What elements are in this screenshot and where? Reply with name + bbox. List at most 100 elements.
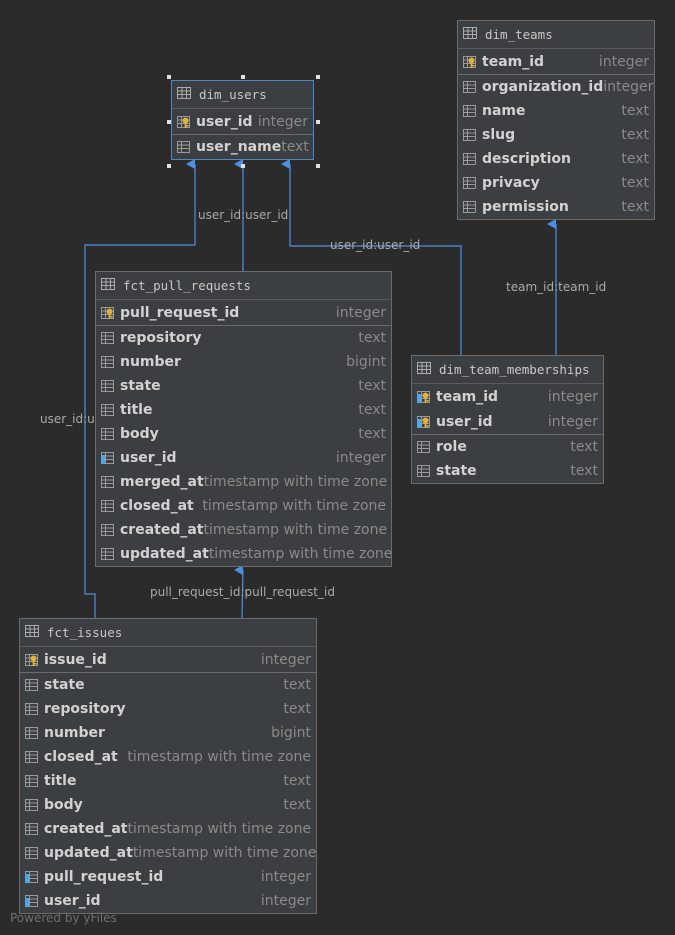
column-name: closed_at xyxy=(120,498,194,514)
table-header[interactable]: dim_team_memberships xyxy=(412,356,603,384)
table-dim-team-memberships[interactable]: dim_team_memberships team_id integer user_i… xyxy=(411,355,604,484)
column-name: role xyxy=(436,439,467,455)
column-type: integer xyxy=(257,113,308,130)
column-row[interactable]: number bigint xyxy=(20,721,316,745)
column-row[interactable]: body text xyxy=(20,793,316,817)
column-type: integer xyxy=(260,651,311,668)
column-row[interactable]: permission text xyxy=(458,195,654,219)
column-row[interactable]: user_name text xyxy=(172,135,313,159)
column-name: repository xyxy=(120,330,202,346)
column-row[interactable]: pull_request_id integer xyxy=(96,300,391,325)
selection-handle[interactable] xyxy=(316,120,320,124)
table-header[interactable]: fct_issues xyxy=(20,619,316,647)
column-type: text xyxy=(281,139,309,155)
column-row[interactable]: role text xyxy=(412,435,603,459)
column-row[interactable]: state text xyxy=(412,459,603,483)
primary-foreign-key-icon xyxy=(417,415,431,428)
column-name: number xyxy=(120,354,181,370)
table-header[interactable]: dim_users xyxy=(172,81,313,109)
column-row[interactable]: closed_at timestamp with time zone xyxy=(96,494,391,518)
primary-foreign-key-icon xyxy=(417,390,431,403)
selection-handle[interactable] xyxy=(167,75,171,79)
column-row[interactable]: title text xyxy=(96,398,391,422)
column-row[interactable]: name text xyxy=(458,99,654,123)
column-row[interactable]: organization_id integer xyxy=(458,75,654,99)
table-header[interactable]: dim_teams xyxy=(458,21,654,49)
primary-key-group: user_id integer xyxy=(172,109,313,135)
column-type: text xyxy=(283,797,311,813)
column-name: updated_at xyxy=(44,845,133,861)
column-icon xyxy=(417,465,431,477)
column-type: integer xyxy=(260,893,311,909)
column-name: number xyxy=(44,725,105,741)
column-row[interactable]: description text xyxy=(458,147,654,171)
column-row[interactable]: user_id integer xyxy=(412,409,603,434)
selection-handle[interactable] xyxy=(241,75,245,79)
table-title: fct_issues xyxy=(47,625,123,640)
column-name: issue_id xyxy=(44,651,107,668)
column-row[interactable]: created_at timestamp with time zone xyxy=(96,518,391,542)
table-dim-users[interactable]: dim_users user_id integer user_name text xyxy=(171,80,314,160)
selection-handle[interactable] xyxy=(316,164,320,168)
column-type: text xyxy=(358,378,386,394)
table-icon xyxy=(25,625,39,640)
column-icon xyxy=(25,847,39,859)
edge-label-memberships-users: user_id:user_id xyxy=(330,238,421,252)
column-row[interactable]: user_id integer xyxy=(96,446,391,470)
selection-handle[interactable] xyxy=(167,164,171,168)
column-icon xyxy=(25,799,39,811)
column-icon xyxy=(101,380,115,392)
column-row[interactable]: team_id integer xyxy=(458,49,654,74)
column-row[interactable]: state text xyxy=(96,374,391,398)
column-row[interactable]: user_id integer xyxy=(172,109,313,134)
table-fct-issues[interactable]: fct_issues issue_id integer state text reposi… xyxy=(19,618,317,914)
column-name: state xyxy=(436,463,477,479)
column-icon xyxy=(25,679,39,691)
column-row[interactable]: number bigint xyxy=(96,350,391,374)
column-type: text xyxy=(621,127,649,143)
column-type: text xyxy=(358,402,386,418)
column-row[interactable]: pull_request_id integer xyxy=(20,865,316,889)
column-icon xyxy=(101,476,115,488)
column-row[interactable]: user_id integer xyxy=(20,889,316,913)
column-icon xyxy=(417,441,431,453)
column-name: user_id xyxy=(120,450,177,466)
column-row[interactable]: created_at timestamp with time zone xyxy=(20,817,316,841)
column-type: integer xyxy=(335,450,386,466)
column-name: created_at xyxy=(120,522,204,538)
column-icon xyxy=(101,404,115,416)
column-row[interactable]: title text xyxy=(20,769,316,793)
column-row[interactable]: updated_at timestamp with time zone xyxy=(20,841,316,865)
column-row[interactable]: team_id integer xyxy=(412,384,603,409)
column-row[interactable]: updated_at timestamp with time zone xyxy=(96,542,392,566)
column-row[interactable]: state text xyxy=(20,673,316,697)
column-type: text xyxy=(621,175,649,191)
column-name: pull_request_id xyxy=(44,869,164,885)
column-row[interactable]: repository text xyxy=(20,697,316,721)
column-row[interactable]: slug text xyxy=(458,123,654,147)
column-row[interactable]: closed_at timestamp with time zone xyxy=(20,745,316,769)
table-dim-teams[interactable]: dim_teams team_id integer organization_id in… xyxy=(457,20,655,220)
selection-handle[interactable] xyxy=(241,164,245,168)
column-row[interactable]: privacy text xyxy=(458,171,654,195)
foreign-key-icon xyxy=(25,871,39,883)
column-row[interactable]: issue_id integer xyxy=(20,647,316,672)
column-row[interactable]: repository text xyxy=(96,326,391,350)
column-type: timestamp with time zone xyxy=(127,749,311,765)
column-name: permission xyxy=(482,199,569,215)
column-icon xyxy=(463,105,477,117)
column-icon xyxy=(101,548,115,560)
table-fct-pull-requests[interactable]: fct_pull_requests pull_request_id integer r… xyxy=(95,271,392,567)
table-header[interactable]: fct_pull_requests xyxy=(96,272,391,300)
column-icon xyxy=(25,823,39,835)
edge-label-pull-requests-users: user_id:user_id xyxy=(198,208,289,222)
column-row[interactable]: body text xyxy=(96,422,391,446)
column-row[interactable]: merged_at timestamp with time zone xyxy=(96,470,391,494)
column-icon xyxy=(25,703,39,715)
column-icon xyxy=(463,129,477,141)
primary-key-group: pull_request_id integer xyxy=(96,300,391,326)
column-type: text xyxy=(570,463,598,479)
column-type: bigint xyxy=(271,725,311,741)
foreign-key-icon xyxy=(101,452,115,464)
selection-handle[interactable] xyxy=(316,75,320,79)
